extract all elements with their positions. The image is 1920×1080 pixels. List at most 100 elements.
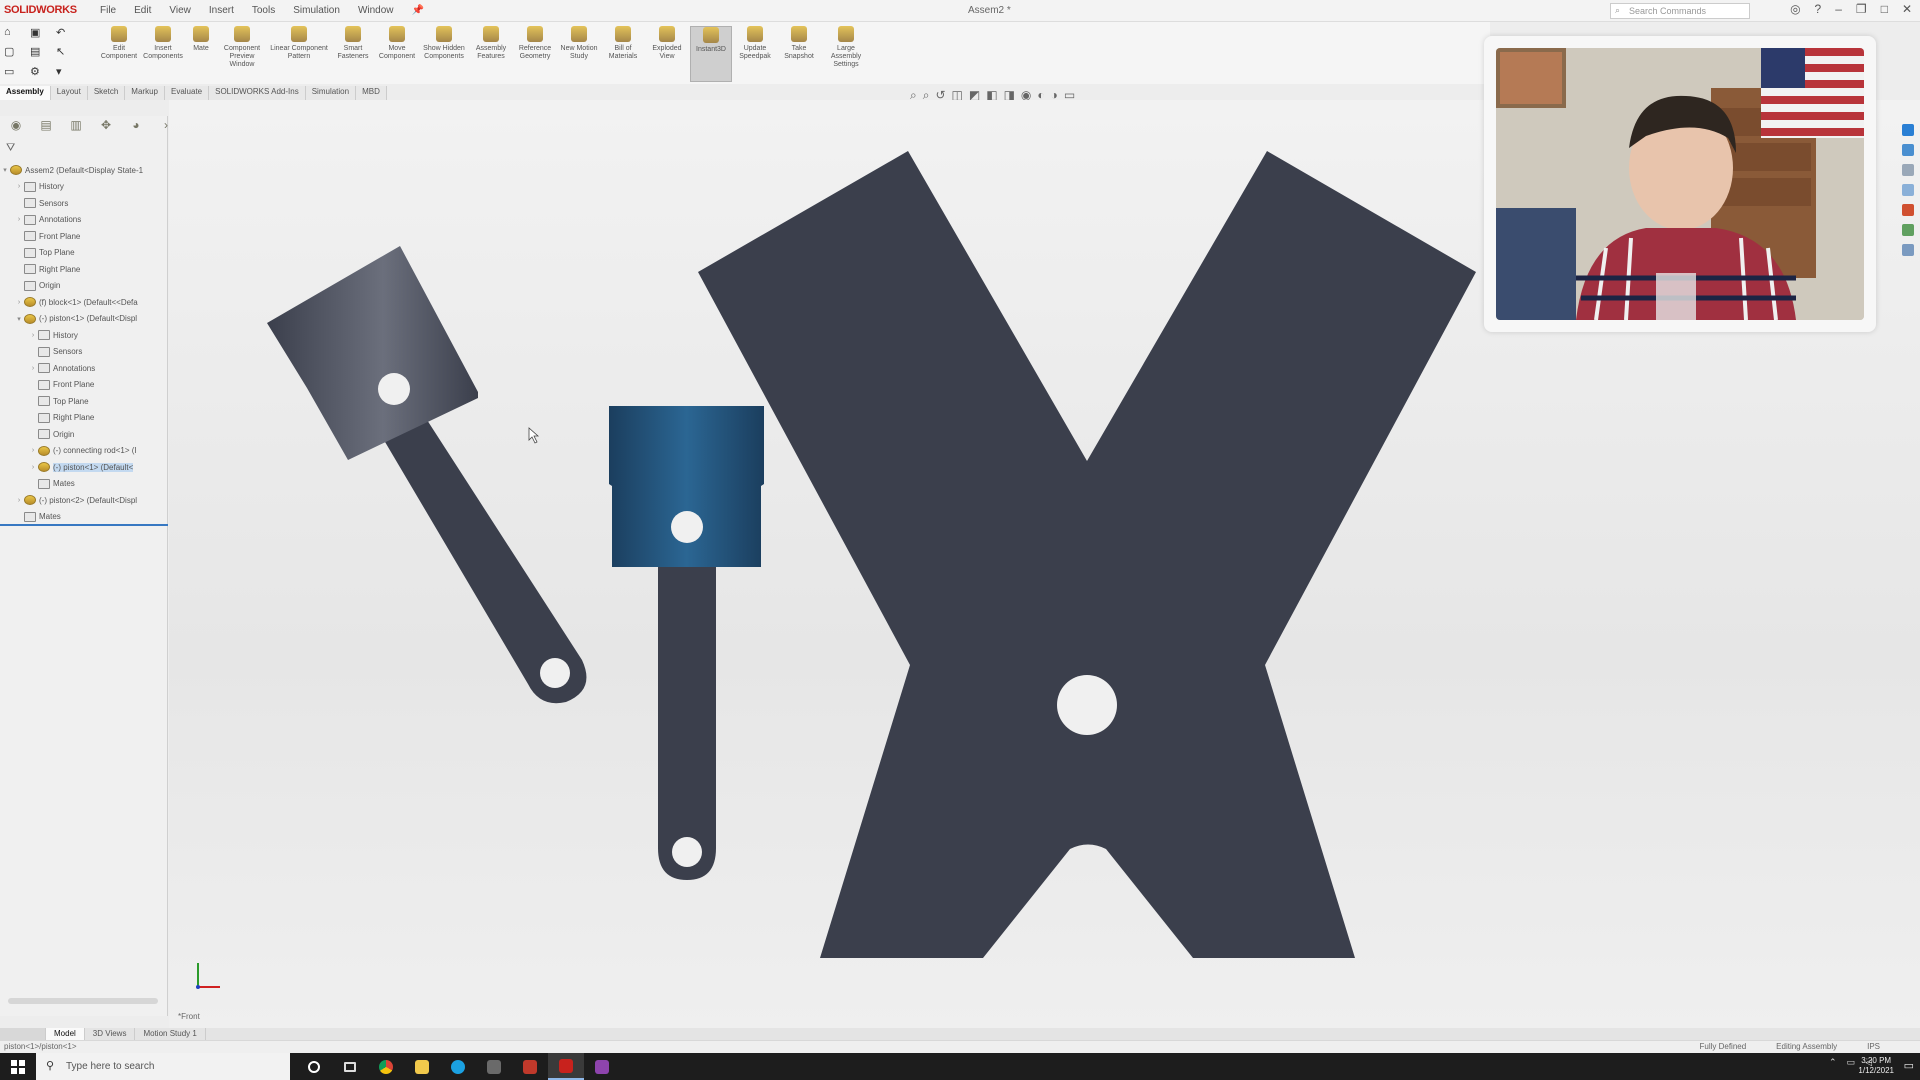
feature-manager-tab-icon[interactable]: ◉ bbox=[4, 118, 28, 136]
solidworks-resources-icon[interactable] bbox=[1902, 124, 1914, 136]
edit-component-button[interactable]: Edit Component bbox=[98, 26, 140, 82]
appearances-icon[interactable] bbox=[1902, 204, 1914, 216]
options-icon[interactable]: ⚙ bbox=[30, 65, 54, 82]
cortana-button[interactable] bbox=[296, 1053, 332, 1080]
piston-1-head[interactable] bbox=[267, 246, 478, 460]
tab-sketch[interactable]: Sketch bbox=[87, 86, 126, 100]
configuration-manager-tab-icon[interactable]: ▥ bbox=[64, 118, 88, 136]
show-hidden-components-button[interactable]: Show Hidden Components bbox=[420, 26, 468, 82]
linear-component-pattern-button[interactable]: Linear Component Pattern bbox=[268, 26, 330, 82]
app-button-2[interactable] bbox=[512, 1053, 548, 1080]
tab-scroll-arrows[interactable] bbox=[0, 1028, 46, 1040]
chrome-button[interactable] bbox=[368, 1053, 404, 1080]
engine-block[interactable] bbox=[698, 151, 1476, 958]
clock[interactable]: 3:20 PM 1/12/2021 bbox=[1858, 1056, 1894, 1076]
tree-expand-icon[interactable]: ▾ bbox=[0, 166, 10, 174]
dimxpert-tab-icon[interactable]: ✥ bbox=[94, 118, 118, 136]
pin-icon[interactable]: 📌 bbox=[412, 5, 424, 16]
tab-evaluate[interactable]: Evaluate bbox=[164, 86, 210, 100]
solidworks-taskbar-button[interactable] bbox=[548, 1053, 584, 1080]
app-button-1[interactable] bbox=[476, 1053, 512, 1080]
tree-item[interactable]: Sensors bbox=[0, 344, 168, 361]
maximize-icon[interactable]: □ bbox=[1881, 2, 1888, 16]
task-view-button[interactable] bbox=[332, 1053, 368, 1080]
close-icon[interactable]: ✕ bbox=[1902, 2, 1912, 16]
tree-item[interactable]: › History bbox=[0, 327, 168, 344]
insert-components-button[interactable]: Insert Components bbox=[142, 26, 184, 82]
tree-item[interactable]: Top Plane bbox=[0, 393, 168, 410]
view-palette-icon[interactable] bbox=[1902, 184, 1914, 196]
bill-of-materials-button[interactable]: Bill of Materials bbox=[602, 26, 644, 82]
edge-button[interactable] bbox=[440, 1053, 476, 1080]
tree-item[interactable]: ▾ (-) piston<1> (Default<Displ bbox=[0, 311, 168, 328]
restore-icon[interactable]: ❐ bbox=[1856, 2, 1867, 16]
piston-assembly-1[interactable] bbox=[267, 246, 587, 704]
tree-item[interactable]: Origin bbox=[0, 278, 168, 295]
tab-model[interactable]: Model bbox=[46, 1028, 85, 1040]
tree-expand-icon[interactable]: › bbox=[28, 447, 38, 454]
custom-properties-icon[interactable] bbox=[1902, 224, 1914, 236]
forum-icon[interactable] bbox=[1902, 244, 1914, 256]
tree-expand-icon[interactable]: › bbox=[28, 332, 38, 339]
reference-geometry-button[interactable]: Reference Geometry bbox=[514, 26, 556, 82]
connecting-rod-2[interactable] bbox=[658, 565, 716, 880]
update-speedpak-button[interactable]: Update Speedpak bbox=[734, 26, 776, 82]
tab-motion-study[interactable]: Motion Study 1 bbox=[135, 1028, 206, 1040]
new-icon[interactable]: ▢ bbox=[4, 45, 28, 62]
save-icon[interactable]: ▣ bbox=[30, 26, 54, 43]
rebuild-icon[interactable]: ▾ bbox=[56, 65, 80, 82]
tree-item[interactable]: ▾ Assem2 (Default<Display State-1 bbox=[0, 162, 168, 179]
menu-window[interactable]: Window bbox=[358, 5, 394, 16]
tree-item[interactable]: Mates bbox=[0, 509, 168, 526]
help-icon[interactable]: ? bbox=[1815, 2, 1822, 16]
large-assembly-settings-button[interactable]: Large Assembly Settings bbox=[822, 26, 870, 82]
tree-item[interactable]: Origin bbox=[0, 426, 168, 443]
instant3d-button[interactable]: Instant3D bbox=[690, 26, 732, 82]
select-icon[interactable]: ↖ bbox=[56, 45, 80, 62]
tree-expand-icon[interactable]: › bbox=[28, 464, 38, 471]
tree-item[interactable]: › (-) connecting rod<1> (I bbox=[0, 443, 168, 460]
filter-icon[interactable]: ⛛ bbox=[6, 142, 15, 155]
tree-item[interactable]: Front Plane bbox=[0, 377, 168, 394]
tree-expand-icon[interactable]: › bbox=[14, 299, 24, 306]
tab-markup[interactable]: Markup bbox=[125, 86, 165, 100]
status-units[interactable]: IPS bbox=[1867, 1042, 1880, 1051]
tree-item[interactable]: › Annotations bbox=[0, 360, 168, 377]
tree-item[interactable]: › (-) piston<1> (Default< bbox=[0, 459, 168, 476]
tree-expand-icon[interactable]: ▾ bbox=[14, 315, 24, 323]
tree-expand-icon[interactable]: › bbox=[14, 183, 24, 190]
open-icon[interactable]: ▭ bbox=[4, 65, 28, 82]
menu-tools[interactable]: Tools bbox=[252, 5, 275, 16]
display-manager-tab-icon[interactable]: ◕ bbox=[124, 118, 148, 136]
tray-chevron-icon[interactable]: ⌃ bbox=[1829, 1057, 1837, 1068]
tab-layout[interactable]: Layout bbox=[50, 86, 88, 100]
tree-expand-icon[interactable]: › bbox=[28, 365, 38, 372]
app-button-3[interactable] bbox=[584, 1053, 620, 1080]
tree-item[interactable]: Mates bbox=[0, 476, 168, 493]
minimize-icon[interactable]: – bbox=[1835, 2, 1842, 16]
tree-item[interactable]: › (-) piston<2> (Default<Displ bbox=[0, 492, 168, 509]
take-snapshot-button[interactable]: Take Snapshot bbox=[778, 26, 820, 82]
undo-icon[interactable]: ↶ bbox=[56, 26, 80, 43]
new-motion-study-button[interactable]: New Motion Study bbox=[558, 26, 600, 82]
menu-edit[interactable]: Edit bbox=[134, 5, 151, 16]
tree-item[interactable]: › Annotations bbox=[0, 212, 168, 229]
search-commands-input[interactable]: ⌕ Search Commands bbox=[1610, 3, 1750, 19]
tree-item[interactable]: › History bbox=[0, 179, 168, 196]
start-button[interactable] bbox=[0, 1053, 36, 1080]
tree-item[interactable]: Sensors bbox=[0, 195, 168, 212]
menu-view[interactable]: View bbox=[169, 5, 191, 16]
piston-assembly-2[interactable] bbox=[609, 406, 764, 880]
mate-button[interactable]: Mate bbox=[186, 26, 216, 82]
solidworks-logo[interactable]: SOLIDWORKS bbox=[4, 4, 77, 16]
menu-simulation[interactable]: Simulation bbox=[293, 5, 340, 16]
tree-item[interactable]: Right Plane bbox=[0, 261, 168, 278]
design-library-icon[interactable] bbox=[1902, 144, 1914, 156]
property-manager-tab-icon[interactable]: ▤ bbox=[34, 118, 58, 136]
tab-3d-views[interactable]: 3D Views bbox=[85, 1028, 136, 1040]
assembly-features-button[interactable]: Assembly Features bbox=[470, 26, 512, 82]
menu-insert[interactable]: Insert bbox=[209, 5, 234, 16]
rollback-bar[interactable] bbox=[0, 524, 168, 526]
tree-expand-icon[interactable]: › bbox=[14, 497, 24, 504]
network-icon[interactable]: ▭ bbox=[1847, 1057, 1856, 1068]
